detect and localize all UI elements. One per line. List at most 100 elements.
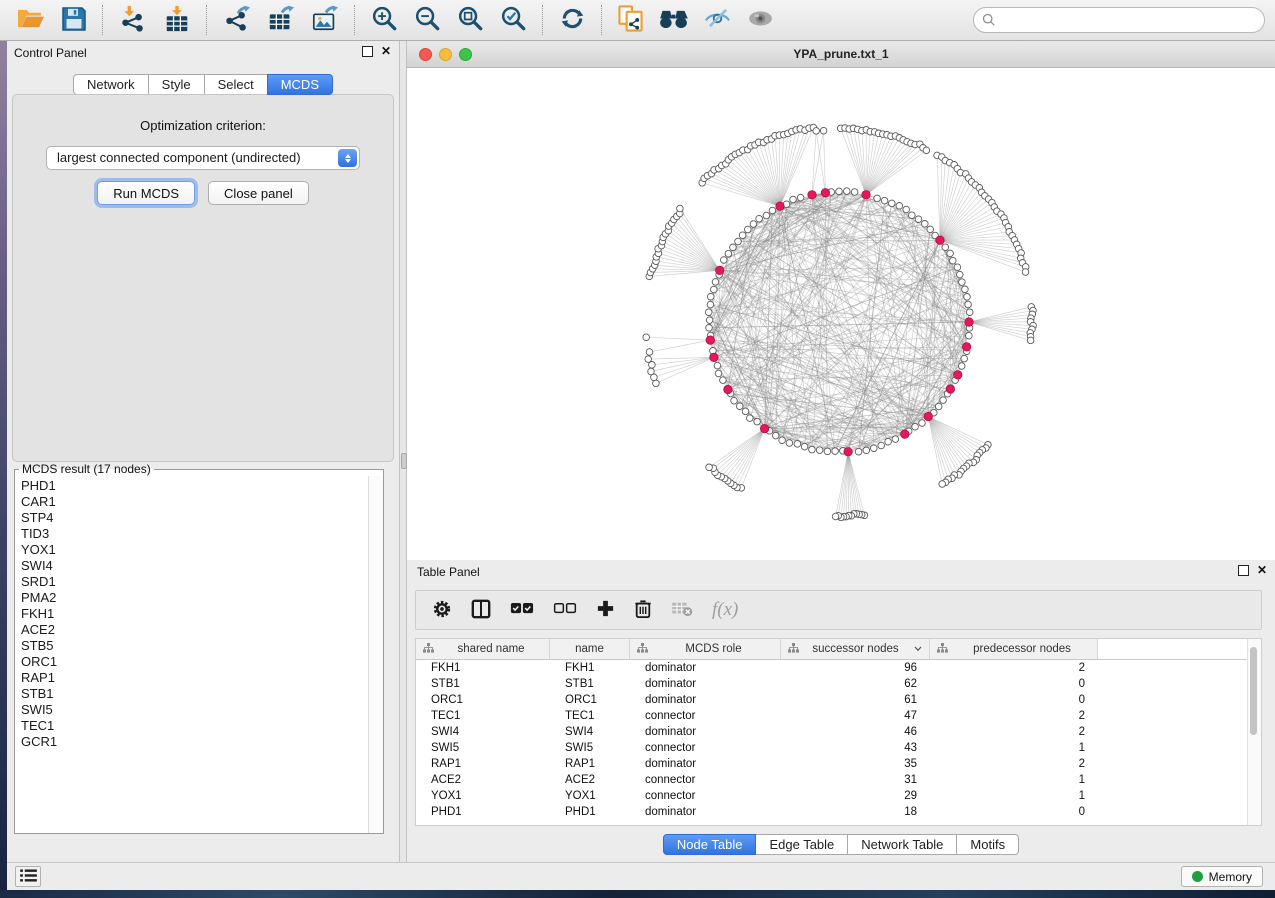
- delete-row-button[interactable]: [634, 599, 652, 622]
- run-mcds-button[interactable]: Run MCDS: [97, 181, 195, 205]
- table-cell: TEC1: [416, 708, 550, 724]
- table-row[interactable]: ACE2ACE2connector311: [416, 772, 1261, 788]
- table-row[interactable]: SWI4SWI4dominator462: [416, 724, 1261, 740]
- mcds-result-item[interactable]: TEC1: [21, 718, 368, 734]
- zoom-out-icon: [414, 5, 441, 35]
- search-input[interactable]: [973, 7, 1265, 33]
- share-documents-button[interactable]: [615, 3, 646, 37]
- mcds-result-item[interactable]: SWI5: [21, 702, 368, 718]
- zoom-in-button[interactable]: [368, 3, 401, 37]
- hide-eye-button[interactable]: [701, 6, 734, 34]
- import-table-button[interactable]: [160, 3, 194, 38]
- mcds-result-item[interactable]: PHD1: [21, 478, 368, 494]
- network-view[interactable]: [407, 68, 1275, 560]
- memory-button[interactable]: Memory: [1181, 866, 1263, 887]
- tab-motifs[interactable]: Motifs: [956, 834, 1019, 855]
- mcds-result-item[interactable]: STB1: [21, 686, 368, 702]
- mcds-result-item[interactable]: STB5: [21, 638, 368, 654]
- table-cell: FKH1: [416, 660, 550, 676]
- export-table-button[interactable]: [264, 3, 298, 38]
- panel-splitter[interactable]: [399, 41, 407, 862]
- mcds-result-item[interactable]: GCR1: [21, 734, 368, 750]
- refresh-button[interactable]: [556, 3, 589, 37]
- mcds-result-item[interactable]: SRD1: [21, 574, 368, 590]
- save-session-button[interactable]: [58, 4, 90, 37]
- float-panel-icon[interactable]: [362, 46, 373, 57]
- table-row[interactable]: SWI5SWI5connector431: [416, 740, 1261, 756]
- window-zoom-traffic-icon[interactable]: [459, 48, 472, 61]
- column-header-MCDS-role[interactable]: MCDS role: [630, 639, 781, 659]
- tab-network-table[interactable]: Network Table: [847, 834, 957, 855]
- table-cell: connector: [630, 772, 781, 788]
- tab-edge-table[interactable]: Edge Table: [755, 834, 848, 855]
- table-cell: TEC1: [550, 708, 630, 724]
- binoculars-button[interactable]: [656, 6, 691, 34]
- table-row[interactable]: YOX1YOX1connector291: [416, 788, 1261, 804]
- column-header-name[interactable]: name: [550, 639, 630, 659]
- open-file-button[interactable]: [13, 4, 48, 36]
- tab-style[interactable]: Style: [148, 74, 205, 95]
- mcds-result-item[interactable]: RAP1: [21, 670, 368, 686]
- control-panel: Control Panel ✕ NetworkStyleSelectMCDS O…: [7, 41, 399, 862]
- network-window-titlebar[interactable]: YPA_prune.txt_1: [407, 41, 1275, 68]
- close-panel-icon[interactable]: ✕: [381, 46, 391, 57]
- table-row[interactable]: RAP1RAP1dominator352: [416, 756, 1261, 772]
- zoom-out-button[interactable]: [411, 3, 444, 37]
- column-header-shared-name[interactable]: shared name: [416, 639, 550, 659]
- delete-table-button[interactable]: [671, 601, 693, 620]
- window-close-traffic-icon[interactable]: [419, 48, 432, 61]
- export-network-button[interactable]: [220, 3, 254, 38]
- close-table-panel-icon[interactable]: ✕: [1257, 565, 1267, 576]
- column-header-predecessor-nodes[interactable]: predecessor nodes: [930, 639, 1098, 659]
- float-table-panel-icon[interactable]: [1238, 565, 1249, 576]
- select-all-button[interactable]: [510, 602, 534, 618]
- mcds-list-scrollbar[interactable]: [368, 476, 383, 833]
- deselect-all-button[interactable]: [553, 602, 577, 618]
- show-panels-list-button[interactable]: [15, 866, 41, 887]
- mcds-result-item[interactable]: PMA2: [21, 590, 368, 606]
- tab-network[interactable]: Network: [73, 74, 149, 95]
- table-row[interactable]: TEC1TEC1connector472: [416, 708, 1261, 724]
- table-row[interactable]: FKH1FKH1dominator962: [416, 660, 1261, 676]
- function-builder-button[interactable]: f(x): [712, 599, 738, 621]
- mcds-result-item[interactable]: YOX1: [21, 542, 368, 558]
- mcds-result-item[interactable]: FKH1: [21, 606, 368, 622]
- table-cell: dominator: [630, 804, 781, 820]
- node-table: shared name nameMCDS rolesuccessor nodesp…: [415, 638, 1262, 826]
- criterion-dropdown[interactable]: largest connected component (undirected): [46, 146, 360, 170]
- window-minimize-traffic-icon[interactable]: [439, 48, 452, 61]
- table-cell: SWI5: [550, 740, 630, 756]
- mcds-result-item[interactable]: ORC1: [21, 654, 368, 670]
- show-eye-button[interactable]: [744, 8, 777, 32]
- table-scrollbar-thumb[interactable]: [1250, 647, 1257, 735]
- table-row[interactable]: PHD1PHD1dominator180: [416, 804, 1261, 820]
- close-panel-button[interactable]: Close panel: [208, 181, 309, 205]
- table-row[interactable]: ORC1ORC1dominator610: [416, 692, 1261, 708]
- mcds-result-item[interactable]: SWI4: [21, 558, 368, 574]
- mcds-result-item[interactable]: STP4: [21, 510, 368, 526]
- table-row[interactable]: STB1STB1dominator620: [416, 676, 1261, 692]
- add-row-button[interactable]: [596, 599, 615, 621]
- toolbar-separator: [206, 5, 208, 35]
- tab-select[interactable]: Select: [204, 74, 268, 95]
- tab-mcds[interactable]: MCDS: [267, 74, 333, 95]
- mcds-result-item[interactable]: ACE2: [21, 622, 368, 638]
- column-label: shared name: [436, 643, 546, 655]
- mcds-result-item[interactable]: CAR1: [21, 494, 368, 510]
- zoom-selected-button[interactable]: [497, 3, 530, 37]
- table-scrollbar[interactable]: [1247, 639, 1261, 825]
- show-columns-button[interactable]: [471, 599, 491, 622]
- column-header-successor-nodes[interactable]: successor nodes: [781, 639, 930, 659]
- mcds-result-item[interactable]: TID3: [21, 526, 368, 542]
- deselect-all-icon: [553, 602, 577, 618]
- import-network-button[interactable]: [116, 3, 150, 38]
- export-table-icon: [267, 5, 295, 36]
- table-cell: dominator: [630, 756, 781, 772]
- table-cell: 96: [781, 660, 930, 676]
- tab-node-table[interactable]: Node Table: [663, 834, 757, 855]
- zoom-fit-button[interactable]: [454, 3, 487, 37]
- settings-gear-button[interactable]: [432, 599, 452, 622]
- network-graph[interactable]: [407, 68, 1275, 560]
- memory-status-icon: [1192, 871, 1203, 882]
- export-image-button[interactable]: [308, 3, 342, 38]
